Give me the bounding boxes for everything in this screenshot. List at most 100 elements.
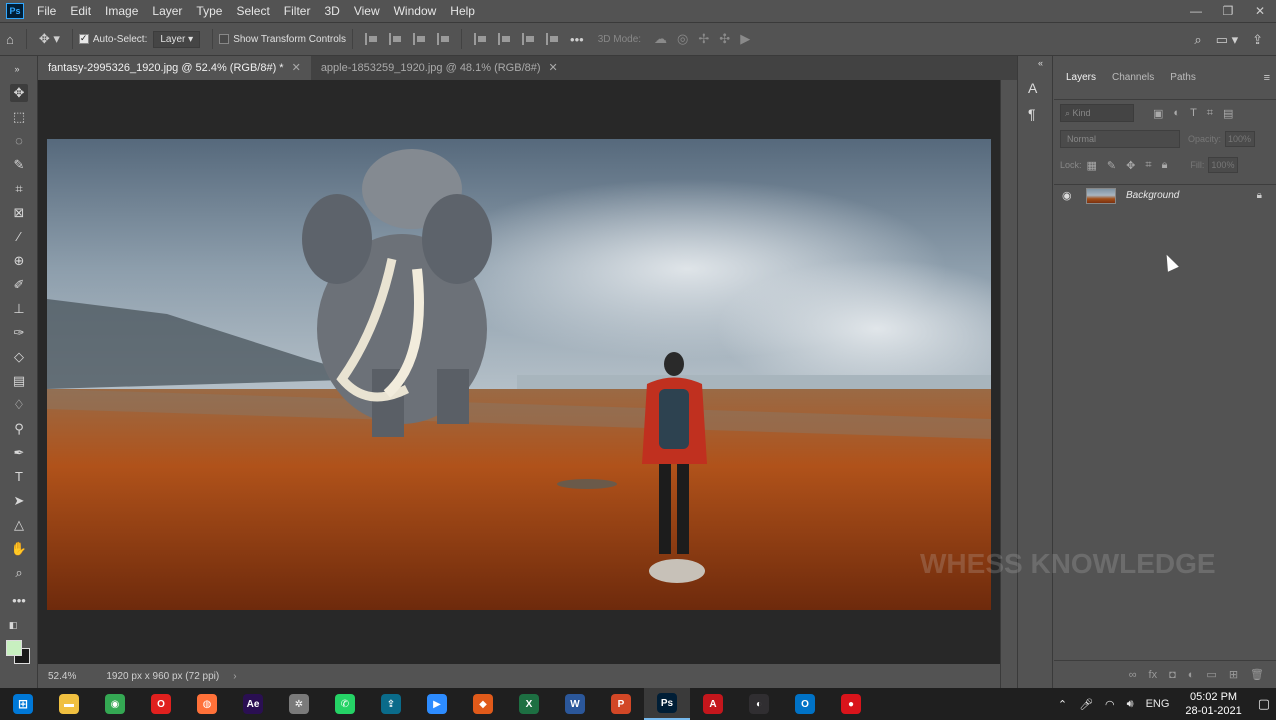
- distribute-vertical-icon[interactable]: [546, 33, 559, 45]
- new-group-icon[interactable]: ▭: [1206, 668, 1216, 681]
- dodge-tool-icon[interactable]: ⚲: [10, 420, 28, 438]
- adjustment-layer-icon[interactable]: ◐: [1188, 669, 1195, 681]
- vertical-scrollbar[interactable]: [1000, 80, 1016, 688]
- gradient-tool-icon[interactable]: ▤: [10, 372, 28, 390]
- edit-toolbar-icon[interactable]: •••: [10, 592, 28, 610]
- show-transform-checkbox[interactable]: Show Transform Controls: [219, 34, 346, 45]
- pan-3d-icon[interactable]: ✢: [698, 31, 709, 47]
- workspace-icon[interactable]: ▭ ▾: [1216, 32, 1238, 48]
- lock-pixels-icon[interactable]: ✎: [1107, 159, 1116, 172]
- layer-style-icon[interactable]: fx: [1149, 669, 1158, 681]
- filter-adjustment-icon[interactable]: ◐: [1173, 107, 1180, 119]
- language-indicator[interactable]: ENG: [1146, 698, 1170, 710]
- zoom-tool-icon[interactable]: ⌕: [10, 564, 28, 582]
- clone-stamp-tool-icon[interactable]: ⊥: [10, 300, 28, 318]
- zoom-level[interactable]: 52.4%: [48, 671, 76, 682]
- canvas-area[interactable]: [38, 80, 1000, 664]
- new-layer-icon[interactable]: ⊞: [1229, 668, 1238, 681]
- frame-tool-icon[interactable]: ⊠: [10, 204, 28, 222]
- scale-3d-icon[interactable]: ▶: [740, 31, 750, 47]
- blur-tool-icon[interactable]: ♢: [10, 396, 28, 414]
- taskbar-app-media-app[interactable]: ◆: [460, 688, 506, 720]
- default-colors-icon[interactable]: ◧ ⇆: [4, 616, 22, 648]
- roll-3d-icon[interactable]: ◎: [677, 31, 688, 47]
- tab-fantasy-document[interactable]: fantasy-2995326_1920.jpg @ 52.4% (RGB/8#…: [38, 56, 311, 80]
- quick-select-tool-icon[interactable]: ✎: [10, 156, 28, 174]
- menu-select[interactable]: Select: [229, 0, 276, 22]
- align-right-icon[interactable]: [413, 33, 426, 45]
- taskbar-app-powerpoint[interactable]: P: [598, 688, 644, 720]
- menu-view[interactable]: View: [347, 0, 387, 22]
- lock-artboard-icon[interactable]: ⌗: [1145, 159, 1151, 172]
- taskbar-app-firefox[interactable]: ◍: [184, 688, 230, 720]
- foreground-color-swatch[interactable]: [6, 640, 22, 656]
- panel-menu-icon[interactable]: ≡: [1264, 72, 1270, 84]
- eraser-tool-icon[interactable]: ◇: [10, 348, 28, 366]
- close-icon[interactable]: ✕: [292, 56, 301, 80]
- menu-edit[interactable]: Edit: [63, 0, 98, 22]
- align-left-icon[interactable]: [365, 33, 378, 45]
- taskbar-app-chrome[interactable]: ◉: [92, 688, 138, 720]
- taskbar-app-opera[interactable]: O: [138, 688, 184, 720]
- status-menu-arrow[interactable]: ›: [233, 671, 236, 682]
- menu-file[interactable]: File: [30, 0, 63, 22]
- menu-layer[interactable]: Layer: [145, 0, 189, 22]
- home-icon[interactable]: ⌂: [6, 32, 14, 47]
- character-panel-icon[interactable]: A: [1028, 80, 1037, 96]
- tab-layers[interactable]: Layers: [1058, 72, 1104, 83]
- pen-tool-icon[interactable]: ✒: [10, 444, 28, 462]
- align-top-icon[interactable]: [474, 33, 487, 45]
- taskbar-app-whatsapp[interactable]: ✆: [322, 688, 368, 720]
- collapse-toolbar-icon[interactable]: »: [8, 60, 26, 78]
- tab-apple-document[interactable]: apple-1853259_1920.jpg @ 48.1% (RGB/8#) …: [311, 56, 568, 80]
- fill-input[interactable]: 100%: [1208, 157, 1239, 173]
- auto-select-checkbox[interactable]: Auto-Select:: [78, 33, 147, 45]
- hand-tool-icon[interactable]: ✋: [10, 540, 28, 558]
- delete-layer-icon[interactable]: 🗑︎: [1250, 668, 1264, 681]
- layer-row-background[interactable]: ◉ Background 🔒︎: [1054, 184, 1276, 206]
- menu-help[interactable]: Help: [443, 0, 482, 22]
- taskbar-app-settings-app[interactable]: ✲: [276, 688, 322, 720]
- volume-icon[interactable]: 🔊︎: [1127, 698, 1134, 711]
- taskbar-app-file-explorer[interactable]: ▬: [46, 688, 92, 720]
- orbit-3d-icon[interactable]: ☁: [654, 31, 667, 47]
- show-hidden-icons-icon[interactable]: ⌃: [1058, 698, 1067, 711]
- align-center-icon[interactable]: [389, 33, 402, 45]
- taskbar-app-photoshop[interactable]: Ps: [644, 688, 690, 720]
- align-middle-icon[interactable]: [498, 33, 511, 45]
- align-bottom-icon[interactable]: [522, 33, 535, 45]
- lock-all-icon[interactable]: 🔒︎: [1162, 159, 1168, 172]
- restore-button[interactable]: ❐: [1212, 0, 1244, 22]
- microphone-icon[interactable]: 🎤︎: [1079, 698, 1093, 711]
- taskbar-app-premiere-share[interactable]: ⇪: [368, 688, 414, 720]
- menu-type[interactable]: Type: [189, 0, 229, 22]
- tab-paths[interactable]: Paths: [1162, 72, 1204, 83]
- add-mask-icon[interactable]: ◘: [1169, 669, 1176, 681]
- menu-window[interactable]: Window: [387, 0, 444, 22]
- close-icon[interactable]: ✕: [549, 56, 558, 80]
- notifications-icon[interactable]: ▢: [1258, 696, 1270, 712]
- filter-kind-dropdown[interactable]: ⌕ Kind: [1060, 104, 1134, 122]
- taskbar-app-zoom[interactable]: ▶: [414, 688, 460, 720]
- document-image[interactable]: [47, 139, 991, 610]
- blend-mode-dropdown[interactable]: Normal: [1060, 130, 1180, 148]
- healing-brush-tool-icon[interactable]: ⊕: [10, 252, 28, 270]
- taskbar-app-recorder[interactable]: ●: [828, 688, 874, 720]
- taskbar-app-after-effects[interactable]: Ae: [230, 688, 276, 720]
- taskbar-app-outlook[interactable]: O: [782, 688, 828, 720]
- auto-select-target-dropdown[interactable]: Layer ▾: [153, 30, 201, 48]
- taskbar-app-excel[interactable]: X: [506, 688, 552, 720]
- tab-channels[interactable]: Channels: [1104, 72, 1162, 83]
- shape-tool-icon[interactable]: △: [10, 516, 28, 534]
- wifi-icon[interactable]: ◠: [1105, 698, 1115, 711]
- filter-shape-icon[interactable]: ⌗: [1207, 107, 1213, 120]
- layer-name[interactable]: Background: [1126, 190, 1257, 201]
- start-button[interactable]: ⊞: [0, 688, 46, 720]
- path-selection-tool-icon[interactable]: ➤: [10, 492, 28, 510]
- more-options-button[interactable]: •••: [570, 32, 584, 47]
- share-icon[interactable]: ⇪: [1252, 32, 1263, 48]
- minimize-button[interactable]: —: [1180, 0, 1212, 22]
- filter-smart-object-icon[interactable]: ▤: [1223, 107, 1233, 120]
- taskbar-app-word[interactable]: W: [552, 688, 598, 720]
- history-brush-tool-icon[interactable]: ✑: [10, 324, 28, 342]
